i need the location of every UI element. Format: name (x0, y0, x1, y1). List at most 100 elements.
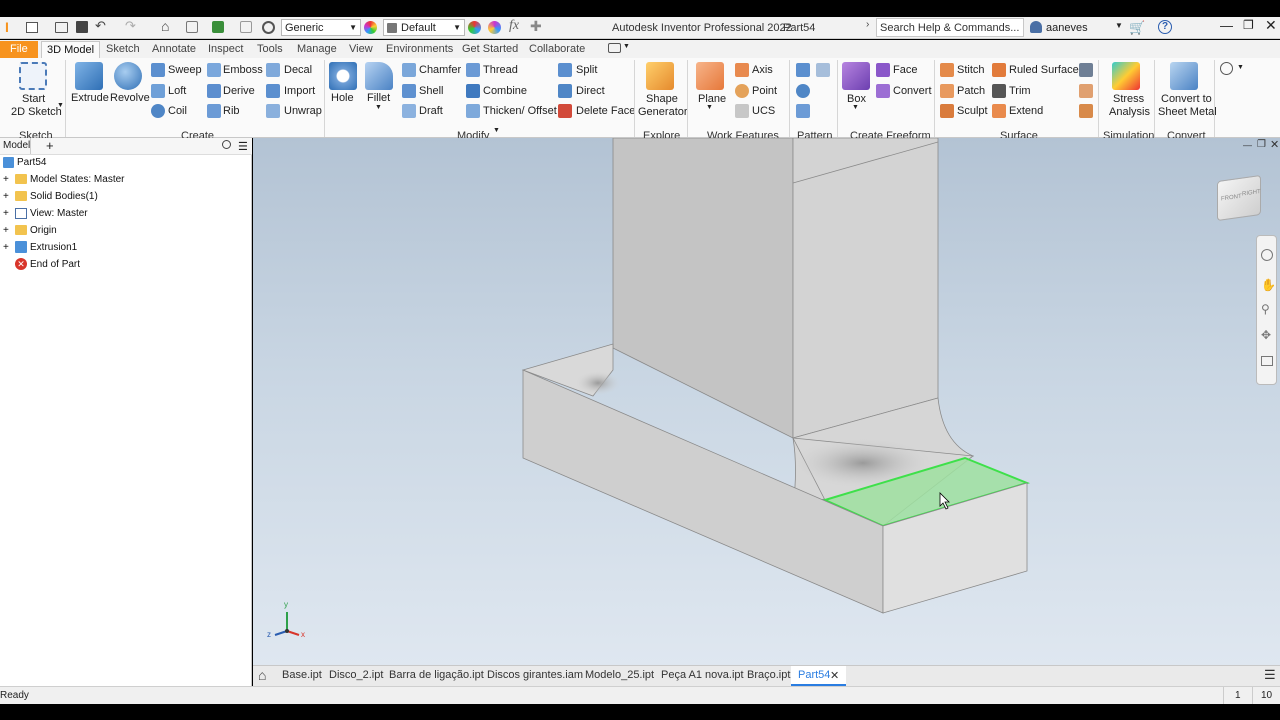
chevron-down-icon[interactable]: ▼ (852, 104, 859, 111)
mirror-icon[interactable] (816, 63, 830, 77)
tab-get-started[interactable]: Get Started (462, 41, 518, 58)
doc-tab[interactable]: Base.ipt (282, 669, 322, 681)
redo-icon[interactable]: ↷ (125, 18, 136, 34)
material-dropdown[interactable]: Default ▼ (383, 19, 465, 36)
viewport-close-icon[interactable]: ✕ (1270, 138, 1279, 151)
convert-button[interactable]: Convert (893, 85, 932, 98)
patch-button[interactable]: Patch (957, 85, 985, 98)
decal-button[interactable]: Decal (284, 64, 312, 77)
cart-icon[interactable]: 🛒 (1129, 20, 1145, 36)
inventor-logo-icon[interactable]: I (5, 19, 17, 35)
view-cube[interactable]: FRONT RIGHT (1217, 174, 1261, 222)
direct-button[interactable]: Direct (576, 85, 605, 98)
thicken-button[interactable]: Thicken/ Offset (483, 105, 557, 118)
home-icon[interactable]: ⌂ (161, 18, 169, 34)
search-icon[interactable] (222, 140, 231, 149)
close-icon[interactable]: ✕ (1265, 17, 1277, 34)
revolve-button[interactable]: Revolve (110, 92, 150, 105)
stitch-button[interactable]: Stitch (957, 64, 985, 77)
expand-icon[interactable]: + (3, 222, 9, 239)
close-tab-icon[interactable]: ✕ (830, 669, 839, 682)
shell-button[interactable]: Shell (419, 85, 443, 98)
chevron-down-icon[interactable]: ▼ (375, 104, 382, 111)
chevron-down-icon[interactable]: ▼ (57, 102, 64, 109)
plus-icon[interactable]: ✚ (530, 18, 542, 35)
menu-icon[interactable]: ☰ (238, 140, 248, 153)
minimize-icon[interactable]: — (1220, 18, 1233, 33)
rib-button[interactable]: Rib (223, 105, 240, 118)
new-icon[interactable] (26, 22, 38, 33)
user-name[interactable]: aaneves (1046, 20, 1088, 36)
import-button[interactable]: Import (284, 85, 315, 98)
doc-tab[interactable]: Discos girantes.iam (487, 669, 583, 681)
ribbon-options-icon[interactable] (1220, 62, 1233, 75)
undo-icon[interactable]: ↶ (95, 18, 106, 34)
tab-manage[interactable]: Manage (297, 41, 337, 58)
doc-tab[interactable]: Barra de ligação.ipt (389, 669, 484, 681)
doc-tab[interactable]: Disco_2.ipt (329, 669, 383, 681)
face-button[interactable]: Face (893, 64, 917, 77)
convert-label-2[interactable]: Sheet Metal (1158, 106, 1217, 119)
emboss-button[interactable]: Emboss (223, 64, 263, 77)
expand-icon[interactable]: + (3, 239, 9, 256)
stress-label-1[interactable]: Stress (1113, 93, 1144, 106)
shape-generator-label-2[interactable]: Generator (638, 106, 688, 119)
doc-tab[interactable]: Peça A1 nova.ipt (661, 669, 744, 681)
save-icon[interactable] (76, 21, 88, 33)
extrude-button[interactable]: Extrude (71, 92, 109, 105)
select-icon[interactable] (186, 21, 198, 33)
search-input[interactable]: Search Help & Commands... (876, 18, 1024, 37)
loft-button[interactable]: Loft (168, 85, 186, 98)
chevron-down-icon[interactable]: ▼ (493, 127, 500, 134)
delete-face-button[interactable]: Delete Face (576, 105, 635, 118)
extend-button[interactable]: Extend (1009, 105, 1043, 118)
tab-sketch[interactable]: Sketch (106, 41, 140, 58)
unwrap-button[interactable]: Unwrap (284, 105, 322, 118)
stress-label-2[interactable]: Analysis (1109, 106, 1150, 119)
update-icon[interactable] (212, 21, 224, 33)
ribbon-display-icon[interactable] (608, 43, 621, 53)
replace-face-icon[interactable] (1079, 104, 1093, 118)
tab-annotate[interactable]: Annotate (152, 41, 196, 58)
tab-collaborate[interactable]: Collaborate (529, 41, 585, 58)
expand-icon[interactable]: + (3, 188, 9, 205)
start-sketch-label-1[interactable]: Start (22, 93, 45, 106)
graphics-viewport[interactable]: y x z — ❐ ✕ FRONT RIGHT ✋ ⚲ ✥ (253, 138, 1280, 665)
rectangular-pattern-icon[interactable] (796, 63, 810, 77)
look-at-icon[interactable] (1261, 356, 1273, 366)
color-wheel-icon[interactable] (364, 21, 377, 34)
tab-tools[interactable]: Tools (257, 41, 283, 58)
adjust-icon[interactable] (468, 21, 481, 34)
home-icon[interactable]: ⌂ (258, 667, 266, 683)
chevron-down-icon[interactable]: ▼ (623, 43, 630, 50)
repair-bodies-icon[interactable] (1079, 63, 1093, 77)
expand-icon[interactable]: + (3, 205, 9, 222)
trim-button[interactable]: Trim (1009, 85, 1031, 98)
circular-pattern-icon[interactable] (796, 84, 810, 98)
shape-generator-label-1[interactable]: Shape (646, 93, 678, 106)
design-doctor-icon[interactable] (262, 21, 275, 34)
steering-wheel-icon[interactable] (1261, 249, 1273, 261)
combine-button[interactable]: Combine (483, 85, 527, 98)
expand-icon[interactable]: + (3, 171, 9, 188)
tab-view[interactable]: View (349, 41, 373, 58)
clear-icon[interactable] (488, 21, 501, 34)
part-model[interactable] (253, 138, 1280, 665)
upright-face[interactable] (612, 138, 794, 439)
doc-tab[interactable]: Part54 (798, 669, 830, 681)
open-icon[interactable] (55, 22, 68, 33)
view-cube-right[interactable]: RIGHT (1242, 189, 1261, 198)
chevron-right-icon[interactable]: › (866, 19, 869, 30)
tab-inspect[interactable]: Inspect (208, 41, 243, 58)
viewport-minimize-icon[interactable]: — (1243, 140, 1252, 150)
coil-button[interactable]: Coil (168, 105, 187, 118)
restore-icon[interactable]: ❐ (1243, 18, 1254, 32)
viewport-restore-icon[interactable]: ❐ (1257, 139, 1266, 150)
help-icon[interactable]: ? (1158, 20, 1172, 34)
hole-button[interactable]: Hole (331, 92, 354, 105)
chamfer-button[interactable]: Chamfer (419, 64, 461, 77)
upright-side-face[interactable] (792, 138, 939, 439)
fit-mesh-face-icon[interactable] (1079, 84, 1093, 98)
measure-icon[interactable] (240, 21, 252, 33)
chevron-down-icon[interactable]: ▼ (1115, 21, 1123, 30)
